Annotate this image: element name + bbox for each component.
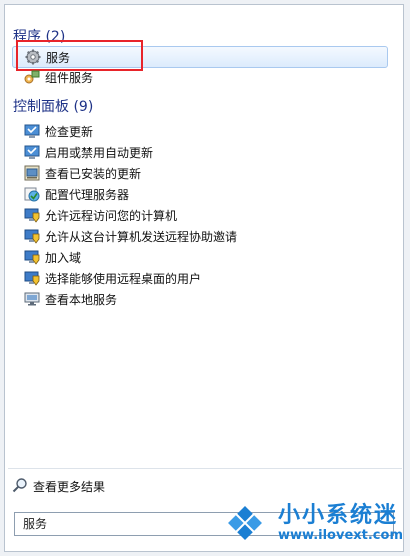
result-label: 组件服务 bbox=[45, 70, 94, 85]
result-label: 查看本地服务 bbox=[45, 292, 118, 307]
installed-updates-icon bbox=[24, 165, 40, 181]
result-item-join-domain[interactable]: 加入域 bbox=[12, 246, 388, 268]
watermark: 小小系统迷 www.ilovext.com bbox=[218, 494, 408, 554]
internet-options-icon bbox=[24, 186, 40, 202]
monitor-icon bbox=[24, 291, 40, 307]
system-shield-icon bbox=[24, 270, 40, 286]
result-label: 允许远程访问您的计算机 bbox=[45, 208, 178, 223]
watermark-text: 小小系统迷 www.ilovext.com bbox=[278, 504, 403, 544]
result-item-component-services[interactable]: 组件服务 bbox=[12, 66, 388, 88]
search-icon bbox=[12, 477, 28, 496]
windows-update-icon bbox=[24, 144, 40, 160]
result-item-check-updates[interactable]: 检查更新 bbox=[12, 120, 388, 142]
see-more-results-link[interactable]: 查看更多结果 bbox=[12, 476, 105, 496]
result-label: 加入域 bbox=[45, 250, 82, 265]
system-shield-icon bbox=[24, 228, 40, 244]
system-shield-icon bbox=[24, 249, 40, 265]
result-label: 检查更新 bbox=[45, 124, 94, 139]
result-label: 查看已安装的更新 bbox=[45, 166, 142, 181]
divider bbox=[8, 468, 402, 469]
result-item-remote-access[interactable]: 允许远程访问您的计算机 bbox=[12, 204, 388, 226]
watermark-url: www.ilovext.com bbox=[278, 528, 403, 543]
see-more-results-label: 查看更多结果 bbox=[33, 479, 106, 494]
result-label: 配置代理服务器 bbox=[45, 187, 130, 202]
system-shield-icon bbox=[24, 207, 40, 223]
component-services-icon bbox=[24, 69, 40, 85]
control-panel-group-title: 控制面板 (9) bbox=[13, 99, 94, 115]
result-label: 允许从这台计算机发送远程协助邀请 bbox=[45, 229, 238, 244]
result-label: 启用或禁用自动更新 bbox=[45, 145, 154, 160]
result-item-remote-desktop-users[interactable]: 选择能够使用远程桌面的用户 bbox=[12, 267, 388, 289]
result-item-remote-assistance[interactable]: 允许从这台计算机发送远程协助邀请 bbox=[12, 225, 388, 247]
windows-update-icon bbox=[24, 123, 40, 139]
watermark-name: 小小系统迷 bbox=[278, 503, 399, 528]
watermark-logo-icon bbox=[218, 496, 272, 553]
result-item-auto-update[interactable]: 启用或禁用自动更新 bbox=[12, 141, 388, 163]
result-label: 选择能够使用远程桌面的用户 bbox=[45, 271, 202, 286]
result-item-proxy-server[interactable]: 配置代理服务器 bbox=[12, 183, 388, 205]
result-item-local-services[interactable]: 查看本地服务 bbox=[12, 288, 388, 310]
result-item-installed-updates[interactable]: 查看已安装的更新 bbox=[12, 162, 388, 184]
